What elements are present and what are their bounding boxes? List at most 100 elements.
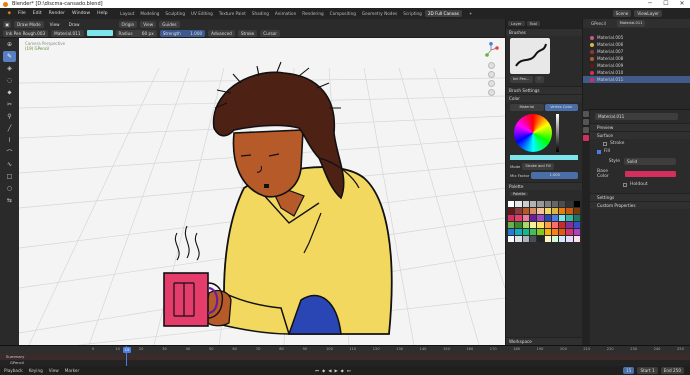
- brushes-header[interactable]: Brushes: [506, 28, 582, 36]
- grid-icon[interactable]: [488, 89, 495, 96]
- material-tab-icon[interactable]: [583, 135, 589, 141]
- palette-swatch[interactable]: [522, 208, 529, 214]
- origin-selector[interactable]: Origin: [118, 20, 138, 28]
- circle-tool-icon[interactable]: ○: [3, 183, 16, 194]
- current-frame-indicator[interactable]: 15: [123, 347, 131, 353]
- scene-tab-icon[interactable]: [583, 127, 589, 133]
- palette-swatch[interactable]: [529, 208, 537, 214]
- next-key-icon[interactable]: ◆: [341, 368, 344, 373]
- tab-layout[interactable]: Layout: [117, 10, 137, 17]
- cursor-dropdown[interactable]: Cursor: [260, 29, 280, 37]
- tab-2d-full-canvas[interactable]: 2D Full Canvas: [424, 10, 462, 17]
- eyedropper-tool-icon[interactable]: ⚲: [3, 111, 16, 122]
- palette-swatch[interactable]: [522, 201, 529, 207]
- list-item[interactable]: Material.008: [583, 55, 690, 62]
- surface-section[interactable]: Surface: [583, 131, 690, 139]
- palette-swatch[interactable]: [551, 208, 559, 214]
- play-reverse-icon[interactable]: ◀: [328, 368, 331, 373]
- palette-swatch[interactable]: [566, 201, 573, 207]
- tab-material-color[interactable]: Material: [510, 104, 544, 111]
- close-button[interactable]: ✕: [674, 0, 690, 8]
- line-tool-icon[interactable]: ╱: [3, 123, 16, 134]
- outliner-object[interactable]: GPencil: [591, 21, 606, 26]
- blender-menu-icon[interactable]: ◆: [4, 11, 15, 16]
- palette-swatch[interactable]: [508, 201, 515, 207]
- zoom-icon[interactable]: [488, 62, 495, 69]
- fill-tool-icon[interactable]: ◈: [3, 63, 16, 74]
- mix-factor-field[interactable]: 1.000: [531, 172, 578, 179]
- brush-fake-user-icon[interactable]: ♡: [534, 76, 544, 83]
- palette-swatch[interactable]: [551, 236, 559, 242]
- timeline-ruler[interactable]: 0 10 20 30 40 50 60 70 80 90 100 110 120 130 140 150 160…: [0, 346, 690, 354]
- palette-swatch[interactable]: [544, 236, 551, 242]
- palette-swatch[interactable]: [522, 222, 529, 228]
- palette-swatch[interactable]: [573, 201, 580, 207]
- palette-swatch[interactable]: [566, 229, 573, 235]
- view-menu[interactable]: View: [47, 21, 63, 28]
- palette-swatch[interactable]: [508, 222, 515, 228]
- menu-help[interactable]: Help: [94, 11, 111, 16]
- palette-swatch[interactable]: [522, 215, 529, 221]
- palette-swatch[interactable]: [537, 215, 544, 221]
- palette-swatch[interactable]: [566, 215, 573, 221]
- cutter-tool-icon[interactable]: ✂: [3, 99, 16, 110]
- erase-tool-icon[interactable]: ◌: [3, 75, 16, 86]
- strength-field[interactable]: Strength 1.000: [159, 29, 206, 37]
- box-tool-icon[interactable]: □: [3, 171, 16, 182]
- palette-swatch[interactable]: [573, 215, 580, 221]
- palette-swatch[interactable]: [529, 222, 537, 228]
- palette-swatch[interactable]: [551, 201, 559, 207]
- marker-menu[interactable]: Marker: [65, 368, 79, 373]
- maximize-button[interactable]: ☐: [658, 0, 674, 8]
- palette-swatch[interactable]: [559, 208, 566, 214]
- advanced-dropdown[interactable]: Advanced: [208, 29, 235, 37]
- menu-render[interactable]: Render: [45, 11, 68, 16]
- navigation-gizmo-icon[interactable]: [483, 42, 499, 58]
- polyline-tool-icon[interactable]: ⌇: [3, 135, 16, 146]
- palette-swatch[interactable]: [559, 229, 566, 235]
- interpolate-tool-icon[interactable]: ⇆: [3, 195, 16, 206]
- palette-swatch[interactable]: [573, 229, 580, 235]
- tool-tab-icon[interactable]: [583, 111, 589, 117]
- add-workspace-button[interactable]: +: [466, 10, 476, 17]
- palette-swatch[interactable]: [544, 208, 551, 214]
- tab-texture-paint[interactable]: Texture Paint: [216, 10, 249, 17]
- palette-swatch[interactable]: [537, 236, 544, 242]
- palette-swatch[interactable]: [551, 222, 559, 228]
- value-slider[interactable]: [556, 114, 559, 152]
- draw-menu[interactable]: Draw: [66, 21, 83, 28]
- menu-file[interactable]: File: [15, 11, 30, 16]
- radius-field[interactable]: Radius 60 px: [115, 29, 157, 37]
- jump-end-icon[interactable]: ⏭: [347, 368, 351, 373]
- palette-swatch[interactable]: [537, 222, 544, 228]
- palette-swatch[interactable]: [544, 229, 551, 235]
- palette-swatch[interactable]: [522, 229, 529, 235]
- play-icon[interactable]: ▶: [334, 368, 337, 373]
- scene-selector[interactable]: Scene: [612, 10, 632, 17]
- guides-button[interactable]: Guides: [159, 20, 180, 28]
- palette-swatch[interactable]: [508, 236, 515, 242]
- list-item[interactable]: Material.007: [583, 48, 690, 55]
- palette-swatch[interactable]: [515, 208, 522, 214]
- palette-swatch[interactable]: [529, 215, 537, 221]
- palette-swatch[interactable]: [544, 222, 551, 228]
- palette-header[interactable]: Palette: [506, 182, 582, 190]
- draw-tool-icon[interactable]: ✎: [3, 51, 16, 62]
- color-swatch[interactable]: [86, 30, 113, 36]
- preview-section[interactable]: Preview: [583, 123, 690, 131]
- mode-dropdown[interactable]: Stroke and Fill: [522, 163, 554, 170]
- palette-swatch[interactable]: [522, 236, 529, 242]
- minimize-button[interactable]: ─: [642, 0, 658, 8]
- tint-tool-icon[interactable]: ⬥: [3, 87, 16, 98]
- tab-modeling[interactable]: Modeling: [137, 10, 162, 17]
- palette-swatch[interactable]: [566, 208, 573, 214]
- settings-section[interactable]: Settings: [583, 193, 690, 201]
- brush-selector[interactable]: Ink Pen Rough.003: [3, 29, 49, 37]
- palette-swatch[interactable]: [537, 201, 544, 207]
- outliner-material-chip[interactable]: Material.011: [616, 20, 646, 27]
- tab-sculpting[interactable]: Sculpting: [162, 10, 188, 17]
- color-header[interactable]: Color: [506, 94, 582, 102]
- palette-swatch[interactable]: [559, 201, 566, 207]
- tab-animation[interactable]: Animation: [272, 10, 299, 17]
- brush-settings-header[interactable]: Brush Settings: [506, 86, 582, 94]
